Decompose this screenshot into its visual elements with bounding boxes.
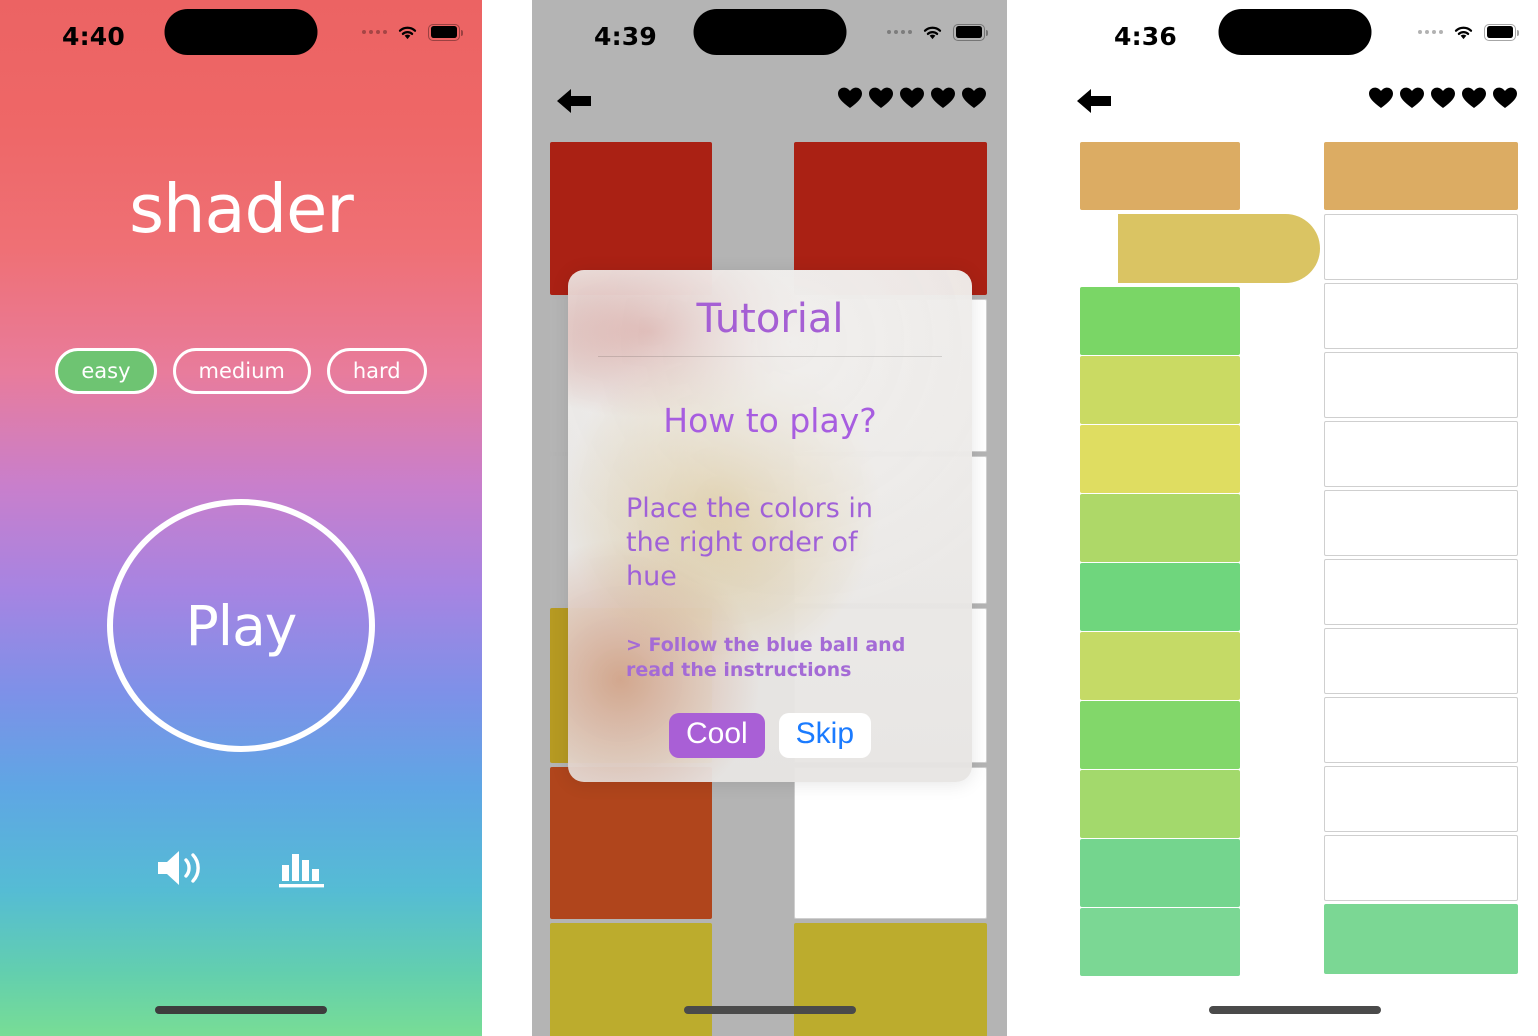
empty-slot[interactable] (794, 299, 987, 452)
game-board (532, 142, 1007, 1036)
screenshot-stage: 4:40 shader easy medium hard Play 4:39 T… (0, 0, 1538, 1036)
empty-slot[interactable] (1324, 421, 1518, 487)
status-indicators (1418, 23, 1520, 41)
play-button[interactable]: Play (107, 499, 375, 752)
difficulty-selector: easy medium hard (0, 348, 482, 394)
heart-icon (931, 87, 955, 108)
heart-icon (869, 87, 893, 108)
empty-slot[interactable] (1324, 697, 1518, 763)
stats-icon[interactable] (277, 845, 329, 891)
lives-indicator (1368, 86, 1518, 110)
back-arrow-icon[interactable] (1074, 84, 1114, 118)
difficulty-easy-button[interactable]: easy (55, 348, 157, 394)
color-tile[interactable] (1080, 839, 1240, 907)
speaker-icon[interactable] (153, 845, 209, 891)
empty-slot[interactable] (1324, 559, 1518, 625)
phone-screen-home: 4:40 shader easy medium hard Play (0, 0, 482, 1036)
difficulty-hard-button[interactable]: hard (326, 348, 427, 394)
color-tile[interactable] (550, 299, 712, 452)
empty-slot[interactable] (1324, 352, 1518, 418)
heart-icon (1462, 87, 1486, 108)
color-tile[interactable] (1080, 494, 1240, 562)
signal-dots-icon (887, 30, 912, 34)
page-title: shader (129, 170, 354, 248)
status-time: 4:36 (1114, 22, 1177, 51)
status-indicators (887, 23, 989, 41)
dynamic-island (1218, 9, 1372, 55)
status-bar: 4:36 (1052, 0, 1538, 62)
color-tile[interactable] (550, 456, 712, 604)
status-time: 4:40 (62, 22, 125, 51)
color-tile[interactable] (550, 767, 712, 919)
color-tile[interactable] (1080, 701, 1240, 769)
battery-icon (1484, 23, 1520, 41)
status-time: 4:39 (594, 22, 657, 51)
empty-slot[interactable] (1324, 490, 1518, 556)
heart-icon (1400, 87, 1424, 108)
color-tile[interactable] (1324, 904, 1518, 974)
color-tile[interactable] (550, 608, 712, 763)
difficulty-medium-button[interactable]: medium (172, 348, 311, 394)
game-toolbar (1052, 84, 1538, 130)
empty-slot[interactable] (1324, 628, 1518, 694)
empty-slot[interactable] (794, 456, 987, 604)
lives-indicator (837, 86, 987, 110)
color-tile[interactable] (1080, 632, 1240, 700)
phone-screen-playing: 4:36 (1052, 0, 1538, 1036)
dynamic-island (164, 9, 318, 55)
signal-dots-icon (1418, 30, 1443, 34)
heart-icon (1431, 87, 1455, 108)
home-indicator (155, 1006, 327, 1014)
dynamic-island (693, 9, 846, 55)
back-arrow-icon[interactable] (554, 84, 594, 118)
empty-slot[interactable] (1324, 283, 1518, 349)
color-tile[interactable] (1080, 356, 1240, 424)
heart-icon (1369, 87, 1393, 108)
color-tile[interactable] (1324, 142, 1518, 210)
empty-slot[interactable] (794, 608, 987, 763)
color-tile[interactable] (550, 142, 712, 295)
heart-icon (1493, 87, 1517, 108)
wifi-icon (1454, 26, 1473, 40)
empty-slot[interactable] (1324, 835, 1518, 901)
signal-dots-icon (362, 30, 387, 34)
status-bar: 4:39 (532, 0, 1007, 62)
empty-slot[interactable] (1324, 214, 1518, 280)
color-tile[interactable] (1080, 425, 1240, 493)
status-indicators (362, 23, 464, 41)
color-tile[interactable] (550, 923, 712, 1036)
color-tile[interactable] (1080, 908, 1240, 976)
dragging-color-tile[interactable] (1118, 214, 1320, 283)
heart-icon (838, 87, 862, 108)
status-bar: 4:40 (0, 0, 482, 62)
battery-icon (953, 23, 989, 41)
empty-slot[interactable] (794, 767, 987, 919)
heart-icon (962, 87, 986, 108)
game-toolbar (532, 84, 1007, 130)
home-indicator (1209, 1006, 1381, 1014)
color-tile[interactable] (794, 923, 987, 1036)
bottom-icon-bar (0, 845, 482, 891)
game-board (1052, 142, 1538, 1036)
color-tile[interactable] (794, 142, 987, 295)
wifi-icon (923, 26, 942, 40)
battery-icon (428, 23, 464, 41)
color-tile[interactable] (1080, 563, 1240, 631)
color-tile[interactable] (1080, 287, 1240, 355)
heart-icon (900, 87, 924, 108)
empty-slot[interactable] (1324, 766, 1518, 832)
phone-screen-tutorial: 4:39 Tutorial How to play? Place the col… (532, 0, 1007, 1036)
color-tile[interactable] (1080, 142, 1240, 210)
wifi-icon (398, 26, 417, 40)
color-tile[interactable] (1080, 770, 1240, 838)
home-indicator (683, 1006, 856, 1014)
